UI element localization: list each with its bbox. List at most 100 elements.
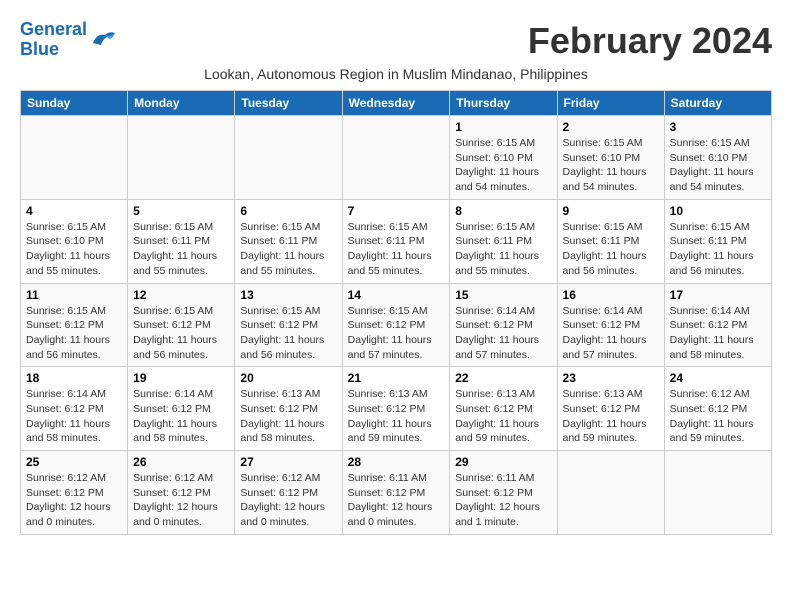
calendar-cell xyxy=(21,116,128,200)
calendar-cell: 13 Sunrise: 6:15 AM Sunset: 6:12 PM Dayli… xyxy=(235,283,342,367)
weekday-header-monday: Monday xyxy=(128,91,235,116)
day-number: 10 xyxy=(670,204,766,218)
day-info: Sunrise: 6:15 AM Sunset: 6:11 PM Dayligh… xyxy=(240,220,336,279)
day-number: 13 xyxy=(240,288,336,302)
day-number: 28 xyxy=(348,455,445,469)
day-number: 5 xyxy=(133,204,229,218)
calendar-cell: 3 Sunrise: 6:15 AM Sunset: 6:10 PM Daylig… xyxy=(664,116,771,200)
day-info: Sunrise: 6:14 AM Sunset: 6:12 PM Dayligh… xyxy=(563,304,659,363)
day-info: Sunrise: 6:13 AM Sunset: 6:12 PM Dayligh… xyxy=(563,387,659,446)
day-info: Sunrise: 6:12 AM Sunset: 6:12 PM Dayligh… xyxy=(26,471,122,530)
logo-bird-icon xyxy=(89,29,117,51)
calendar-cell: 27 Sunrise: 6:12 AM Sunset: 6:12 PM Dayli… xyxy=(235,451,342,535)
calendar-cell: 21Sunrise: 6:13 AM Sunset: 6:12 PM Dayli… xyxy=(342,367,450,451)
day-number: 25 xyxy=(26,455,122,469)
day-number: 3 xyxy=(670,120,766,134)
day-number: 27 xyxy=(240,455,336,469)
day-number: 29 xyxy=(455,455,551,469)
day-info: Sunrise: 6:11 AM Sunset: 6:12 PM Dayligh… xyxy=(455,471,551,530)
day-info: Sunrise: 6:15 AM Sunset: 6:11 PM Dayligh… xyxy=(348,220,445,279)
day-info: Sunrise: 6:15 AM Sunset: 6:12 PM Dayligh… xyxy=(133,304,229,363)
day-number: 26 xyxy=(133,455,229,469)
day-number: 16 xyxy=(563,288,659,302)
calendar-cell: 22 Sunrise: 6:13 AM Sunset: 6:12 PM Dayli… xyxy=(450,367,557,451)
calendar-cell: 2 Sunrise: 6:15 AM Sunset: 6:10 PM Daylig… xyxy=(557,116,664,200)
calendar-cell xyxy=(128,116,235,200)
day-number: 1 xyxy=(455,120,551,134)
calendar-cell: 11Sunrise: 6:15 AM Sunset: 6:12 PM Dayli… xyxy=(21,283,128,367)
day-info: Sunrise: 6:15 AM Sunset: 6:12 PM Dayligh… xyxy=(348,304,445,363)
day-number: 23 xyxy=(563,371,659,385)
day-info: Sunrise: 6:14 AM Sunset: 6:12 PM Dayligh… xyxy=(133,387,229,446)
calendar-cell: 1 Sunrise: 6:15 AM Sunset: 6:10 PM Daylig… xyxy=(450,116,557,200)
weekday-header-friday: Friday xyxy=(557,91,664,116)
calendar-cell: 28 Sunrise: 6:11 AM Sunset: 6:12 PM Dayli… xyxy=(342,451,450,535)
calendar-cell: 10Sunrise: 6:15 AM Sunset: 6:11 PM Dayli… xyxy=(664,199,771,283)
logo: GeneralBlue xyxy=(20,20,117,60)
day-number: 18 xyxy=(26,371,122,385)
day-info: Sunrise: 6:12 AM Sunset: 6:12 PM Dayligh… xyxy=(670,387,766,446)
day-info: Sunrise: 6:15 AM Sunset: 6:11 PM Dayligh… xyxy=(563,220,659,279)
day-info: Sunrise: 6:15 AM Sunset: 6:10 PM Dayligh… xyxy=(563,136,659,195)
calendar-cell: 14 Sunrise: 6:15 AM Sunset: 6:12 PM Dayli… xyxy=(342,283,450,367)
day-info: Sunrise: 6:15 AM Sunset: 6:10 PM Dayligh… xyxy=(26,220,122,279)
day-info: Sunrise: 6:15 AM Sunset: 6:11 PM Dayligh… xyxy=(133,220,229,279)
weekday-header-saturday: Saturday xyxy=(664,91,771,116)
day-info: Sunrise: 6:15 AM Sunset: 6:12 PM Dayligh… xyxy=(240,304,336,363)
day-number: 17 xyxy=(670,288,766,302)
calendar-cell: 20 Sunrise: 6:13 AM Sunset: 6:12 PM Dayli… xyxy=(235,367,342,451)
logo-text: GeneralBlue xyxy=(20,20,87,60)
day-info: Sunrise: 6:11 AM Sunset: 6:12 PM Dayligh… xyxy=(348,471,445,530)
calendar-cell xyxy=(557,451,664,535)
day-info: Sunrise: 6:12 AM Sunset: 6:12 PM Dayligh… xyxy=(240,471,336,530)
day-info: Sunrise: 6:13 AM Sunset: 6:12 PM Dayligh… xyxy=(348,387,445,446)
day-number: 20 xyxy=(240,371,336,385)
calendar-cell: 26 Sunrise: 6:12 AM Sunset: 6:12 PM Dayli… xyxy=(128,451,235,535)
month-title: February 2024 xyxy=(528,20,772,62)
day-number: 4 xyxy=(26,204,122,218)
calendar-table: SundayMondayTuesdayWednesdayThursdayFrid… xyxy=(20,90,772,535)
calendar-cell xyxy=(342,116,450,200)
calendar-cell: 4 Sunrise: 6:15 AM Sunset: 6:10 PM Daylig… xyxy=(21,199,128,283)
calendar-cell xyxy=(664,451,771,535)
calendar-cell: 25 Sunrise: 6:12 AM Sunset: 6:12 PM Dayli… xyxy=(21,451,128,535)
calendar-cell xyxy=(235,116,342,200)
calendar-cell: 19 Sunrise: 6:14 AM Sunset: 6:12 PM Dayli… xyxy=(128,367,235,451)
calendar-cell: 18 Sunrise: 6:14 AM Sunset: 6:12 PM Dayli… xyxy=(21,367,128,451)
day-info: Sunrise: 6:14 AM Sunset: 6:12 PM Dayligh… xyxy=(670,304,766,363)
day-number: 12 xyxy=(133,288,229,302)
calendar-cell: 12 Sunrise: 6:15 AM Sunset: 6:12 PM Dayli… xyxy=(128,283,235,367)
subtitle: Lookan, Autonomous Region in Muslim Mind… xyxy=(20,66,772,82)
day-info: Sunrise: 6:13 AM Sunset: 6:12 PM Dayligh… xyxy=(240,387,336,446)
calendar-cell: 29 Sunrise: 6:11 AM Sunset: 6:12 PM Dayli… xyxy=(450,451,557,535)
day-info: Sunrise: 6:14 AM Sunset: 6:12 PM Dayligh… xyxy=(26,387,122,446)
calendar-cell: 24 Sunrise: 6:12 AM Sunset: 6:12 PM Dayli… xyxy=(664,367,771,451)
calendar-cell: 23 Sunrise: 6:13 AM Sunset: 6:12 PM Dayli… xyxy=(557,367,664,451)
weekday-header-tuesday: Tuesday xyxy=(235,91,342,116)
calendar-cell: 8Sunrise: 6:15 AM Sunset: 6:11 PM Daylig… xyxy=(450,199,557,283)
day-info: Sunrise: 6:12 AM Sunset: 6:12 PM Dayligh… xyxy=(133,471,229,530)
calendar-cell: 6 Sunrise: 6:15 AM Sunset: 6:11 PM Daylig… xyxy=(235,199,342,283)
weekday-header-wednesday: Wednesday xyxy=(342,91,450,116)
day-number: 2 xyxy=(563,120,659,134)
day-number: 19 xyxy=(133,371,229,385)
calendar-cell: 16 Sunrise: 6:14 AM Sunset: 6:12 PM Dayli… xyxy=(557,283,664,367)
day-number: 24 xyxy=(670,371,766,385)
day-info: Sunrise: 6:15 AM Sunset: 6:10 PM Dayligh… xyxy=(670,136,766,195)
day-info: Sunrise: 6:15 AM Sunset: 6:12 PM Dayligh… xyxy=(26,304,122,363)
day-number: 7 xyxy=(348,204,445,218)
day-number: 6 xyxy=(240,204,336,218)
calendar-cell: 7 Sunrise: 6:15 AM Sunset: 6:11 PM Daylig… xyxy=(342,199,450,283)
weekday-header-thursday: Thursday xyxy=(450,91,557,116)
calendar-cell: 9 Sunrise: 6:15 AM Sunset: 6:11 PM Daylig… xyxy=(557,199,664,283)
day-info: Sunrise: 6:15 AM Sunset: 6:10 PM Dayligh… xyxy=(455,136,551,195)
day-number: 15 xyxy=(455,288,551,302)
day-info: Sunrise: 6:15 AM Sunset: 6:11 PM Dayligh… xyxy=(455,220,551,279)
day-info: Sunrise: 6:13 AM Sunset: 6:12 PM Dayligh… xyxy=(455,387,551,446)
day-number: 9 xyxy=(563,204,659,218)
day-number: 14 xyxy=(348,288,445,302)
calendar-cell: 15 Sunrise: 6:14 AM Sunset: 6:12 PM Dayli… xyxy=(450,283,557,367)
weekday-header-sunday: Sunday xyxy=(21,91,128,116)
day-number: 22 xyxy=(455,371,551,385)
day-info: Sunrise: 6:14 AM Sunset: 6:12 PM Dayligh… xyxy=(455,304,551,363)
